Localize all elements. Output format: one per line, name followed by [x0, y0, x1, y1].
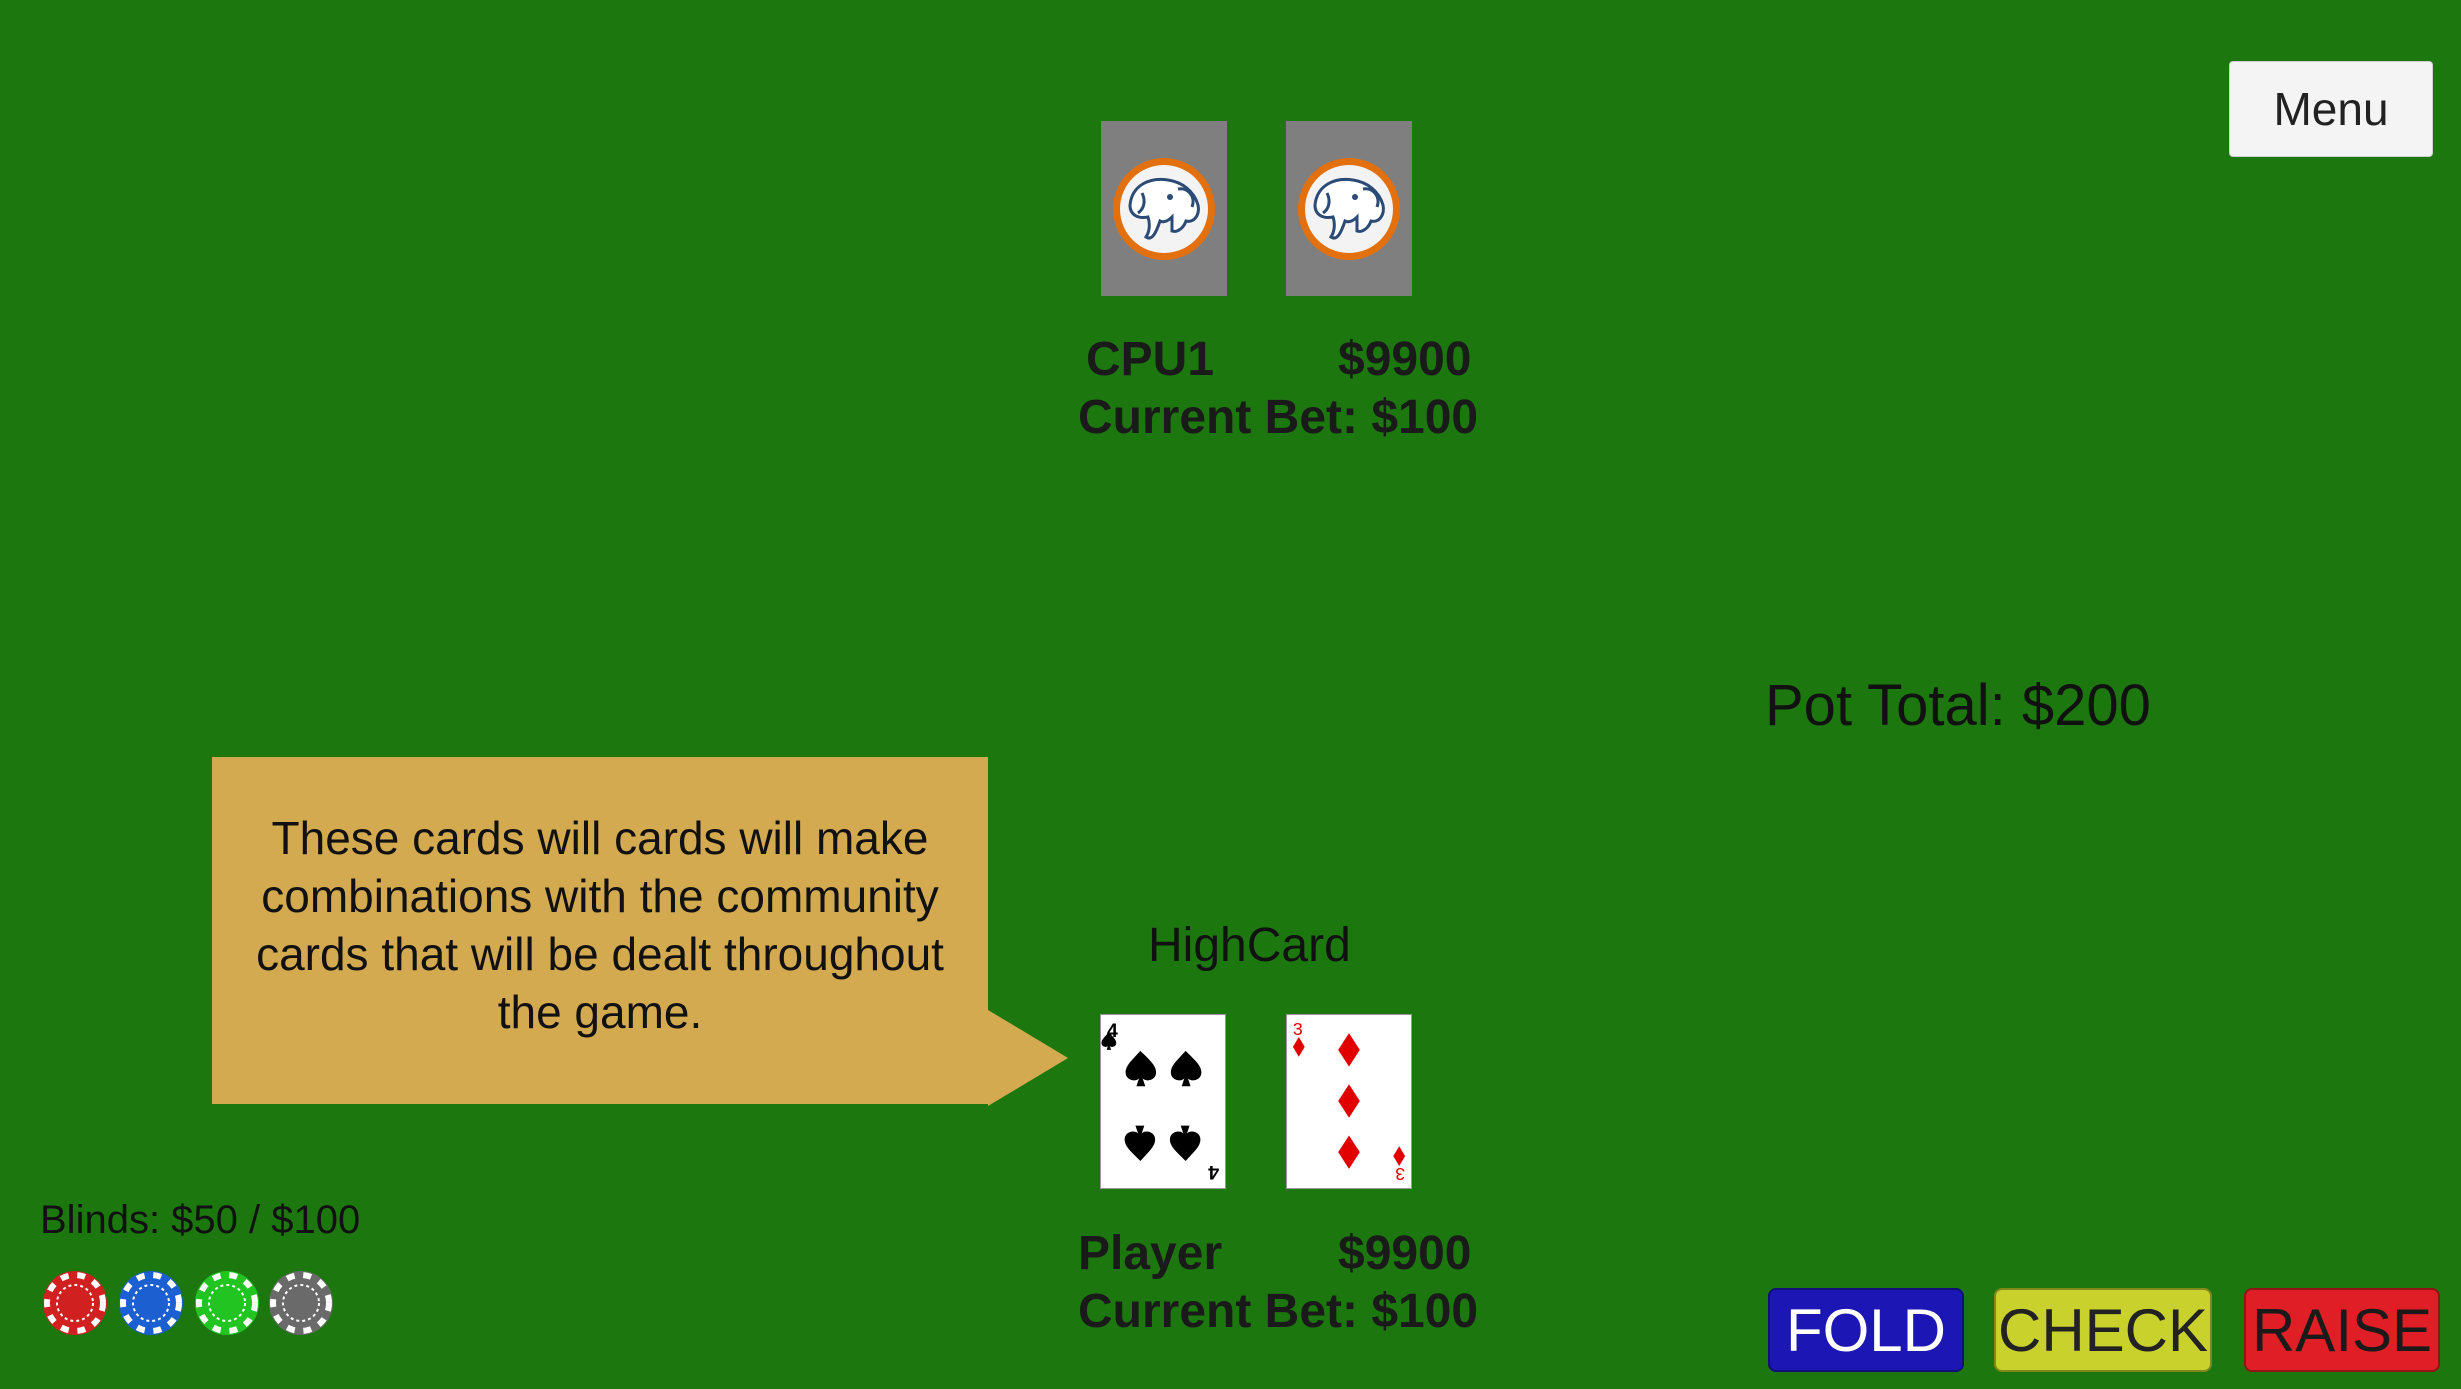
red-chip-icon[interactable] [42, 1270, 108, 1336]
elephant-logo-icon [1113, 157, 1215, 260]
tutorial-tooltip: These cards will cards will make combina… [212, 757, 988, 1104]
player-chip-count: $9900 [1338, 1227, 1472, 1280]
player-current-bet: Current Bet: $100 [1078, 1285, 1479, 1338]
pot-total: Pot Total: $200 [1765, 673, 2151, 738]
cpu-card-back-1 [1101, 121, 1227, 296]
player-card-4-spades: 4 4 [1100, 1014, 1226, 1189]
tooltip-text: These cards will cards will make combina… [256, 812, 944, 1038]
player-name: Player [1078, 1227, 1223, 1280]
card-rank-top: 3 [1293, 1019, 1303, 1039]
fold-button[interactable]: FOLD [1768, 1288, 1964, 1372]
player-card-3-diamonds: 3 3 [1286, 1014, 1412, 1189]
check-button[interactable]: CHECK [1994, 1288, 2212, 1372]
blue-chip-icon[interactable] [118, 1270, 184, 1336]
card-rank-bottom: 3 [1395, 1164, 1405, 1184]
cpu-chip-count: $9900 [1338, 333, 1472, 386]
blinds-label: Blinds: $50 / $100 [40, 1198, 361, 1242]
cpu-current-bet: Current Bet: $100 [1078, 391, 1479, 444]
green-chip-icon[interactable] [194, 1270, 260, 1336]
cpu-name: CPU1 [1086, 333, 1215, 386]
elephant-logo-icon [1298, 157, 1400, 260]
cpu-card-back-2 [1286, 121, 1412, 296]
raise-button[interactable]: RAISE [2244, 1288, 2440, 1372]
hand-rank-label: HighCard [1148, 919, 1351, 972]
menu-button[interactable]: Menu [2229, 61, 2433, 157]
card-rank-bottom: 4 [1208, 1161, 1219, 1183]
gray-chip-icon[interactable] [268, 1270, 334, 1336]
tooltip-pointer [988, 1010, 1068, 1106]
